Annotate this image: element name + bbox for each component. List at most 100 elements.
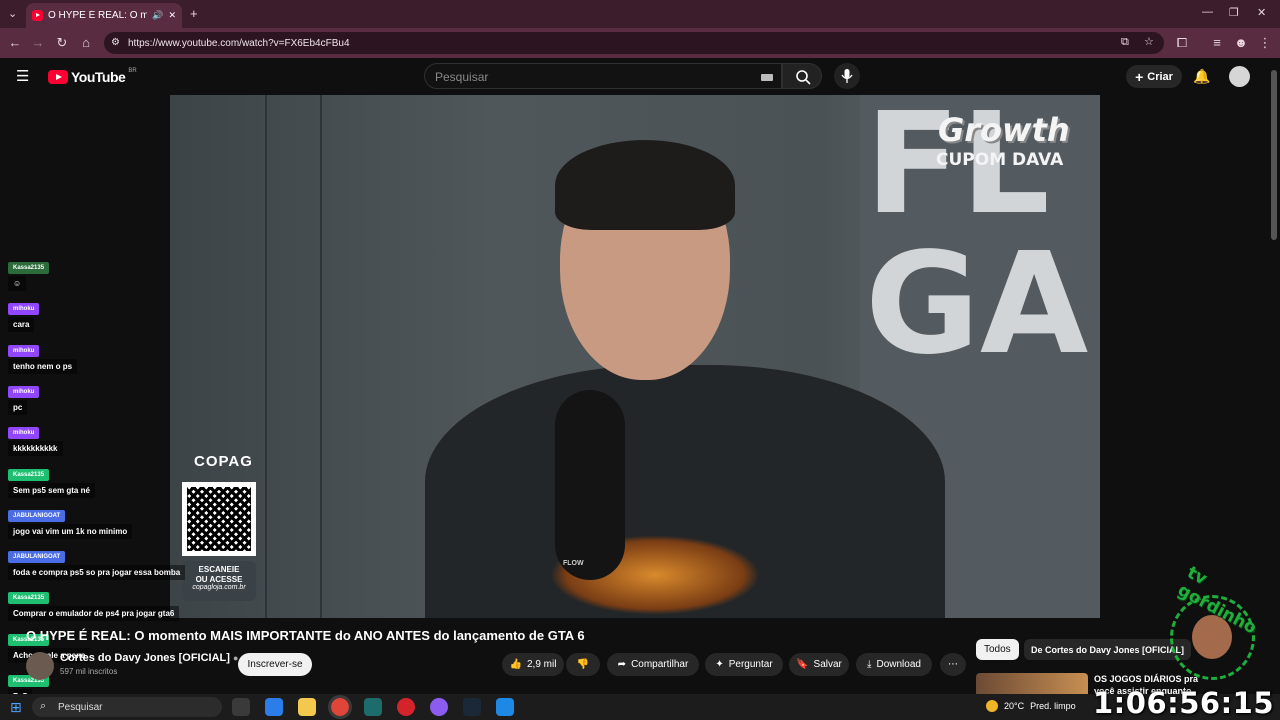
youtube-favicon-icon	[32, 10, 43, 21]
video-title: O HYPE É REAL: O momento MAIS IMPORTANTE…	[26, 628, 585, 643]
new-tab-button[interactable]: +	[190, 6, 198, 21]
youtube-play-icon	[48, 70, 68, 84]
account-avatar[interactable]	[1229, 66, 1250, 87]
channel-name[interactable]: Cortes do Davy Jones [OFICIAL] ●	[60, 652, 238, 664]
chrome-icon[interactable]	[328, 695, 352, 719]
chat-text: kkkkkkkkkk	[8, 441, 63, 456]
taskbar-search[interactable]: ⌕ Pesquisar	[32, 697, 222, 717]
chat-message: mihoku cara	[8, 303, 40, 332]
home-icon[interactable]: ⌂	[77, 34, 95, 52]
qr-brand-logo: COPAG	[194, 453, 253, 470]
back-icon[interactable]: ←	[6, 34, 24, 52]
chat-username: Kassa2135	[8, 262, 50, 274]
close-window-button[interactable]: ✕	[1257, 6, 1266, 19]
voice-search-button[interactable]	[834, 63, 860, 89]
chip-all[interactable]: Todos	[976, 639, 1019, 660]
search-placeholder: Pesquisar	[435, 70, 489, 84]
scan-line-1: ESCANEIE	[198, 565, 240, 574]
create-label: Criar	[1147, 70, 1173, 83]
save-button[interactable]: 🔖 Salvar	[789, 653, 849, 676]
sparkle-icon: ✦	[715, 659, 724, 670]
download-button[interactable]: ⤓ Download	[856, 653, 932, 676]
dislike-button[interactable]: 👎	[566, 653, 600, 676]
opera-icon[interactable]	[397, 698, 415, 716]
subscribe-button[interactable]: Inscrever-se	[238, 653, 312, 676]
weather-sun-icon	[986, 700, 998, 712]
windows-taskbar: ⊞ ⌕ Pesquisar	[0, 694, 1280, 720]
task-view-icon[interactable]	[232, 698, 250, 716]
stream-timer: 1:06:56:15	[1093, 686, 1275, 720]
windows-store-icon[interactable]	[265, 698, 283, 716]
scan-line-2: OU ACESSE	[195, 574, 243, 584]
url-text: https://www.youtube.com/watch?v=FX6Eb4cF…	[128, 37, 350, 49]
extensions-icon[interactable]: ⧠	[1173, 34, 1191, 52]
share-button[interactable]: ➦ Compartilhar	[607, 653, 699, 676]
bookmark-icon: 🔖	[796, 659, 809, 670]
qr-code	[182, 482, 256, 556]
search-button[interactable]	[782, 63, 822, 89]
browser-tab[interactable]: O HYPE É REAL: O momento 🔊 ✕	[26, 3, 182, 28]
steam-icon[interactable]	[463, 698, 481, 716]
keyboard-icon[interactable]	[761, 74, 773, 81]
media-controls-icon[interactable]: ≡	[1208, 34, 1226, 52]
country-code: BR	[128, 68, 137, 74]
taskbar-search-icon: ⌕	[40, 700, 47, 712]
reload-icon[interactable]: ↻	[53, 34, 71, 52]
audio-icon[interactable]: 🔊	[152, 10, 163, 21]
chat-message: Kassa2135 Sem ps5 sem gta né	[8, 469, 95, 498]
hamburger-menu-icon[interactable]: ☰	[16, 67, 29, 85]
thumbs-down-icon: 👎	[576, 659, 590, 670]
bookmark-star-icon[interactable]: ☆	[1144, 35, 1154, 48]
video-player[interactable]: FL GA Growth CUPOM DAVA FLOW COPAG ESCAN…	[170, 95, 1100, 618]
browser-toolbar: ← → ↻ ⌂ ⚙ https://www.youtube.com/watch?…	[0, 28, 1280, 58]
studio-microphone: FLOW	[555, 390, 625, 580]
page-scrollbar[interactable]	[1271, 70, 1277, 240]
search-icon	[796, 70, 811, 85]
browser-menu-icon[interactable]: ⋮	[1256, 34, 1274, 52]
profile-avatar[interactable]: ☻	[1232, 34, 1250, 52]
streamer-badge: tv gordinho	[1150, 563, 1275, 690]
notifications-bell-icon[interactable]: 🔔	[1193, 68, 1210, 85]
sponsor-qr-panel: COPAG ESCANEIE OU ACESSE copagloja.com.b…	[182, 447, 256, 602]
chat-username: Kassa2135	[8, 592, 50, 604]
ask-button[interactable]: ✦ Perguntar	[705, 653, 783, 676]
chat-text: Comprar o emulador de ps4 pra jogar gta6	[8, 606, 180, 621]
weather-widget[interactable]: 20°C Pred. limpo	[986, 700, 1076, 712]
forward-icon[interactable]: →	[29, 34, 47, 52]
logo-text: YouTube	[71, 69, 126, 85]
youtube-logo[interactable]: YouTube BR	[48, 68, 137, 85]
more-actions-button[interactable]: ⋯	[940, 653, 966, 676]
subscriber-count: 597 mil inscritos	[60, 667, 118, 676]
weather-desc: Pred. limpo	[1030, 701, 1076, 711]
microphone-icon	[841, 69, 853, 83]
chat-message: JABULANIGOAT foda e compra ps5 so pra jog…	[8, 551, 186, 580]
site-info-icon[interactable]: ⚙	[111, 37, 120, 48]
search-input[interactable]: Pesquisar	[424, 63, 782, 89]
channel-avatar[interactable]	[26, 652, 54, 680]
restore-button[interactable]: ❐	[1229, 6, 1239, 19]
tab-title: O HYPE É REAL: O momento	[48, 10, 148, 21]
plus-icon: +	[1135, 68, 1144, 85]
app-icon[interactable]	[496, 698, 514, 716]
ask-label: Perguntar	[728, 659, 773, 670]
scan-site: copagloja.com.br	[192, 584, 246, 592]
chat-username: JABULANIGOAT	[8, 551, 66, 563]
chat-text: cara	[8, 317, 35, 332]
address-bar[interactable]: ⚙ https://www.youtube.com/watch?v=FX6Eb4…	[104, 32, 1164, 54]
chat-text: Sem ps5 sem gta né	[8, 483, 95, 498]
tab-list-icon[interactable]: ⌄	[8, 7, 17, 20]
tab-close-icon[interactable]: ✕	[168, 10, 176, 21]
file-explorer-icon[interactable]	[298, 698, 316, 716]
windows-start-icon[interactable]: ⊞	[10, 699, 22, 716]
messenger-icon[interactable]	[430, 698, 448, 716]
chat-username: JABULANIGOAT	[8, 510, 66, 522]
minimize-button[interactable]: —	[1202, 6, 1213, 18]
create-button[interactable]: + Criar	[1126, 65, 1182, 88]
channel-name-text: Cortes do Davy Jones [OFICIAL]	[60, 652, 230, 664]
like-button[interactable]: 👍 2,9 mil	[502, 653, 564, 676]
chat-text: pc	[8, 400, 28, 415]
cast-icon[interactable]: ⧉	[1121, 36, 1129, 49]
chat-username: Kassa2135	[8, 469, 50, 481]
save-label: Salvar	[813, 659, 842, 670]
pycharm-icon[interactable]	[364, 698, 382, 716]
